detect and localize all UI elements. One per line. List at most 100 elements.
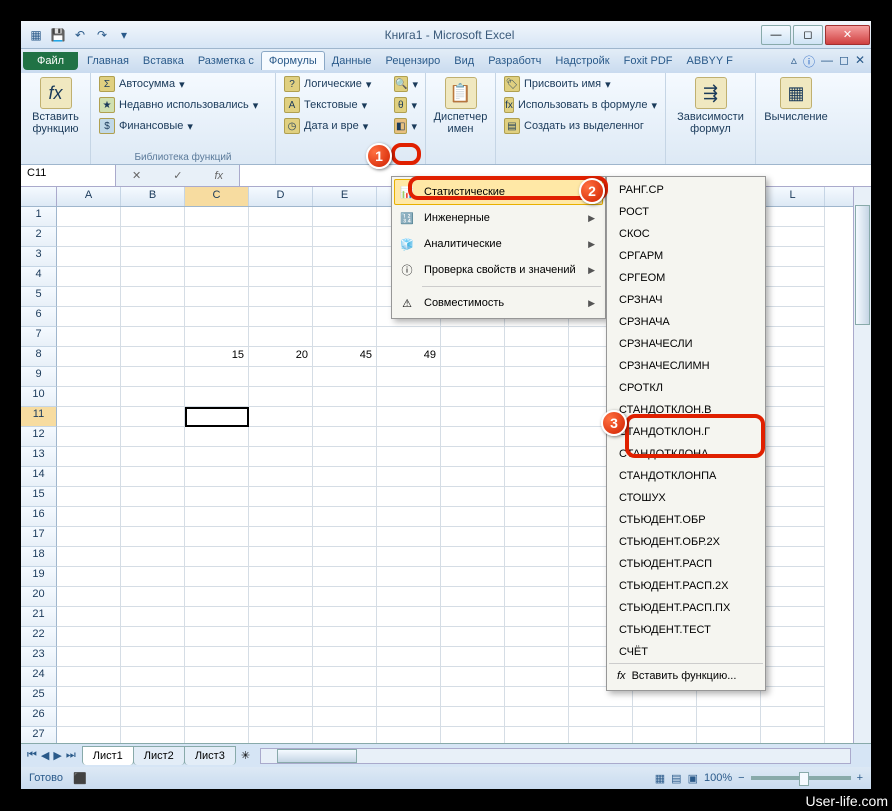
cell[interactable] (57, 367, 121, 387)
function-item[interactable]: СТЬЮДЕНТ.ОБР.2Х (609, 531, 763, 553)
cell[interactable] (505, 347, 569, 367)
cell[interactable] (441, 547, 505, 567)
more-functions-button[interactable]: ◧▾ (392, 117, 419, 135)
cell[interactable] (57, 267, 121, 287)
new-sheet-icon[interactable]: ✳ (241, 749, 250, 762)
row-header[interactable]: 5 (21, 287, 57, 307)
cell[interactable] (505, 607, 569, 627)
row-header[interactable]: 12 (21, 427, 57, 447)
cell[interactable] (505, 647, 569, 667)
column-header[interactable]: C (185, 187, 249, 206)
cell[interactable] (761, 407, 825, 427)
function-item[interactable]: РАНГ.СР (609, 179, 763, 201)
lookup-button[interactable]: 🔍▾ (392, 75, 419, 93)
cell[interactable] (505, 567, 569, 587)
ribbon-minimize-icon[interactable]: ▵ (791, 53, 797, 70)
create-from-selection-button[interactable]: ▤Создать из выделенног (502, 117, 659, 135)
cell[interactable] (313, 687, 377, 707)
cell[interactable] (505, 707, 569, 727)
row-header[interactable]: 7 (21, 327, 57, 347)
cell[interactable] (249, 707, 313, 727)
cell[interactable] (185, 647, 249, 667)
cell[interactable] (377, 327, 441, 347)
column-header[interactable]: E (313, 187, 377, 206)
cell[interactable] (185, 527, 249, 547)
cell[interactable] (57, 427, 121, 447)
cell[interactable] (57, 347, 121, 367)
vertical-scrollbar[interactable] (853, 187, 871, 743)
cell[interactable] (249, 367, 313, 387)
cell[interactable] (249, 387, 313, 407)
column-header[interactable]: L (761, 187, 825, 206)
cell[interactable] (249, 207, 313, 227)
cell[interactable] (377, 527, 441, 547)
file-tab[interactable]: Файл (23, 52, 78, 70)
cell[interactable] (249, 647, 313, 667)
cell[interactable] (761, 507, 825, 527)
cell[interactable] (313, 407, 377, 427)
cell[interactable] (505, 387, 569, 407)
cell[interactable] (441, 587, 505, 607)
autosum-button[interactable]: ΣАвтосумма ▾ (97, 75, 269, 93)
cell[interactable] (249, 667, 313, 687)
cell[interactable] (57, 667, 121, 687)
cell[interactable] (313, 707, 377, 727)
cell[interactable] (121, 447, 185, 467)
row-header[interactable]: 11 (21, 407, 57, 427)
calculation-button[interactable]: ▦ Вычисление (762, 75, 830, 125)
ribbon-tab[interactable]: Вставка (136, 52, 191, 70)
function-item[interactable]: СТЬЮДЕНТ.ОБР (609, 509, 763, 531)
cell[interactable] (57, 707, 121, 727)
cell[interactable] (505, 667, 569, 687)
cell[interactable] (313, 447, 377, 467)
cell[interactable] (121, 487, 185, 507)
minimize-button[interactable]: — (761, 25, 791, 45)
cell[interactable] (377, 667, 441, 687)
name-manager-button[interactable]: 📋 Диспетчер имен (432, 75, 489, 137)
cell[interactable] (185, 707, 249, 727)
cell[interactable] (57, 227, 121, 247)
cell[interactable] (185, 287, 249, 307)
cell[interactable] (121, 387, 185, 407)
cell[interactable] (313, 527, 377, 547)
cell[interactable] (121, 207, 185, 227)
maximize-button[interactable]: ◻ (793, 25, 823, 45)
function-item[interactable]: СЧЁТ (609, 641, 763, 663)
cancel-icon[interactable]: ✕ (116, 169, 157, 182)
cell[interactable] (249, 567, 313, 587)
function-item[interactable]: СРЗНАЧА (609, 311, 763, 333)
formula-auditing-button[interactable]: ⇶ Зависимости формул (672, 75, 749, 137)
select-all-corner[interactable] (21, 187, 57, 206)
cell[interactable] (121, 647, 185, 667)
cell[interactable] (377, 687, 441, 707)
cell[interactable] (185, 307, 249, 327)
view-layout-icon[interactable]: ▤ (671, 772, 681, 785)
cell[interactable] (761, 347, 825, 367)
cell[interactable] (57, 407, 121, 427)
cell[interactable] (761, 427, 825, 447)
function-item[interactable]: СТОШУХ (609, 487, 763, 509)
row-header[interactable]: 20 (21, 587, 57, 607)
cell[interactable] (57, 447, 121, 467)
ribbon-tab[interactable]: Главная (80, 52, 136, 70)
row-header[interactable]: 3 (21, 247, 57, 267)
cell[interactable] (761, 367, 825, 387)
cell[interactable] (121, 567, 185, 587)
cell[interactable] (441, 447, 505, 467)
cell[interactable]: 49 (377, 347, 441, 367)
row-header[interactable]: 21 (21, 607, 57, 627)
cell[interactable] (761, 587, 825, 607)
cell[interactable] (249, 487, 313, 507)
zoom-in-icon[interactable]: + (857, 772, 863, 784)
close-button[interactable]: ✕ (825, 25, 870, 45)
row-header[interactable]: 14 (21, 467, 57, 487)
menu-item[interactable]: 🔢Инженерные▶ (394, 205, 603, 231)
save-icon[interactable]: 💾 (49, 26, 67, 44)
cell[interactable] (377, 427, 441, 447)
qat-dropdown-icon[interactable]: ▾ (115, 26, 133, 44)
cell[interactable] (313, 427, 377, 447)
cell[interactable] (249, 247, 313, 267)
cell[interactable] (57, 487, 121, 507)
cell[interactable] (313, 467, 377, 487)
cell[interactable] (441, 567, 505, 587)
